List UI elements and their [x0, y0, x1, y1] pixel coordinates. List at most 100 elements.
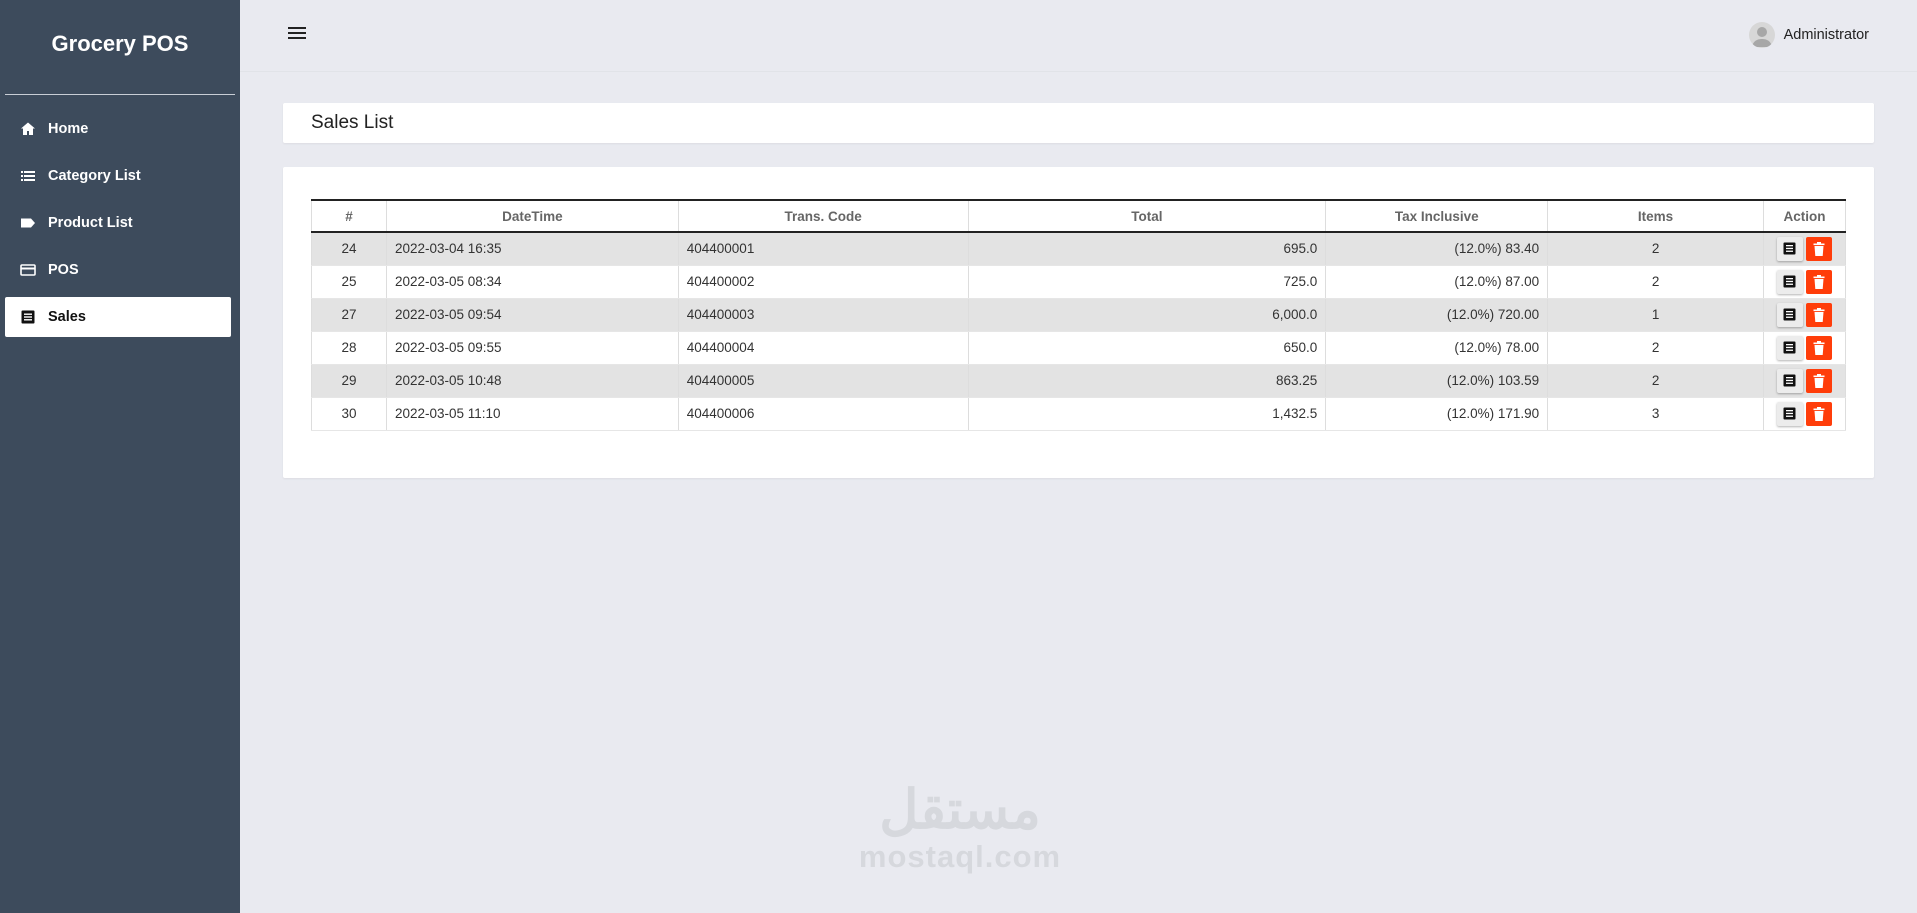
view-button[interactable]: [1776, 302, 1803, 327]
cell-datetime: 2022-03-05 08:34: [385, 265, 679, 299]
trash-icon: [1813, 241, 1825, 256]
sidebar-item-category-list[interactable]: Category List: [5, 156, 231, 196]
cell-actions: [1762, 331, 1847, 365]
receipt-icon: [1783, 341, 1796, 354]
cell-actions: [1762, 397, 1847, 431]
cell-actions: [1762, 364, 1847, 398]
sidebar-item-product-list[interactable]: Product List: [5, 203, 231, 243]
sidebar-nav: Home Category List Product List POS Sale…: [0, 109, 240, 337]
sidebar-item-pos[interactable]: POS: [5, 250, 231, 290]
sales-table-card: # DateTime Trans. Code Total Tax Inclusi…: [283, 167, 1874, 478]
cell-items: 2: [1547, 232, 1764, 266]
sidebar: Grocery POS Home Category List Product L…: [0, 0, 240, 913]
cell-id: 30: [311, 397, 387, 431]
cell-id: 27: [311, 298, 387, 332]
receipt-icon: [1783, 407, 1796, 420]
sidebar-item-sales[interactable]: Sales: [5, 297, 231, 337]
cell-total: 695.0: [967, 232, 1326, 266]
column-header-datetime[interactable]: DateTime: [385, 199, 679, 233]
cell-total: 6,000.0: [967, 298, 1326, 332]
trash-icon: [1813, 406, 1825, 421]
home-icon: [19, 120, 37, 138]
cell-datetime: 2022-03-04 16:35: [385, 232, 679, 266]
view-button[interactable]: [1776, 401, 1803, 426]
topbar: Administrator: [240, 0, 1917, 72]
delete-button[interactable]: [1805, 236, 1832, 261]
cell-total: 863.25: [967, 364, 1326, 398]
watermark-latin: mostaql.com: [858, 839, 1062, 874]
cell-total: 725.0: [967, 265, 1326, 299]
table-row: 30 2022-03-05 11:10 404400006 1,432.5 (1…: [311, 397, 1847, 431]
cell-trans-code: 404400004: [677, 331, 969, 365]
sidebar-item-label: Product List: [48, 215, 133, 231]
sidebar-item-label: Home: [48, 121, 89, 137]
tag-icon: [19, 214, 37, 232]
view-button[interactable]: [1776, 269, 1803, 294]
cell-tax: (12.0%) 87.00: [1325, 265, 1548, 299]
sidebar-item-label: POS: [48, 262, 79, 278]
trash-icon: [1813, 373, 1825, 388]
user-menu[interactable]: Administrator: [1748, 22, 1869, 48]
receipt-icon: [1783, 308, 1796, 321]
column-header-trans-code[interactable]: Trans. Code: [677, 199, 969, 233]
cell-tax: (12.0%) 83.40: [1325, 232, 1548, 266]
cell-total: 1,432.5: [967, 397, 1326, 431]
cell-trans-code: 404400001: [677, 232, 969, 266]
cell-tax: (12.0%) 103.59: [1325, 364, 1548, 398]
table-header-row: # DateTime Trans. Code Total Tax Inclusi…: [311, 199, 1847, 233]
cell-datetime: 2022-03-05 09:55: [385, 331, 679, 365]
table-row: 27 2022-03-05 09:54 404400003 6,000.0 (1…: [311, 298, 1847, 332]
cell-trans-code: 404400003: [677, 298, 969, 332]
delete-button[interactable]: [1805, 335, 1832, 360]
cell-tax: (12.0%) 171.90: [1325, 397, 1548, 431]
watermark-arabic: مستقل: [879, 780, 1041, 840]
app-brand: Grocery POS: [51, 31, 189, 56]
receipt-icon: [1783, 275, 1796, 288]
delete-button[interactable]: [1805, 368, 1832, 393]
cell-items: 1: [1547, 298, 1764, 332]
view-button[interactable]: [1776, 368, 1803, 393]
cell-id: 25: [311, 265, 387, 299]
trash-icon: [1813, 307, 1825, 322]
cell-items: 2: [1547, 364, 1764, 398]
receipt-icon: [1783, 242, 1796, 255]
sidebar-item-label: Category List: [48, 168, 141, 184]
cell-tax: (12.0%) 78.00: [1325, 331, 1548, 365]
page-title: Sales List: [311, 112, 394, 133]
cell-trans-code: 404400006: [677, 397, 969, 431]
view-button[interactable]: [1776, 335, 1803, 360]
column-header-id[interactable]: #: [311, 199, 387, 233]
cell-tax: (12.0%) 720.00: [1325, 298, 1548, 332]
cell-actions: [1762, 265, 1847, 299]
cell-id: 28: [311, 331, 387, 365]
table-row: 28 2022-03-05 09:55 404400004 650.0 (12.…: [311, 331, 1847, 365]
menu-toggle-icon[interactable]: [286, 24, 308, 42]
column-header-total[interactable]: Total: [967, 199, 1326, 233]
credit-card-icon: [19, 261, 37, 279]
page-title-card: Sales List: [283, 103, 1874, 143]
cell-actions: [1762, 298, 1847, 332]
view-button[interactable]: [1776, 236, 1803, 261]
receipt-icon: [19, 308, 37, 326]
delete-button[interactable]: [1805, 302, 1832, 327]
user-name: Administrator: [1783, 27, 1869, 43]
cell-total: 650.0: [967, 331, 1326, 365]
list-icon: [19, 167, 37, 185]
avatar: [1748, 22, 1775, 48]
cell-datetime: 2022-03-05 10:48: [385, 364, 679, 398]
table-row: 25 2022-03-05 08:34 404400002 725.0 (12.…: [311, 265, 1847, 299]
column-header-items[interactable]: Items: [1547, 199, 1764, 233]
delete-button[interactable]: [1805, 401, 1832, 426]
watermark: مستقل mostaql.com: [840, 780, 1080, 874]
trash-icon: [1813, 340, 1825, 355]
trash-icon: [1813, 274, 1825, 289]
table-row: 29 2022-03-05 10:48 404400005 863.25 (12…: [311, 364, 1847, 398]
brand-divider: [5, 94, 235, 95]
sidebar-item-home[interactable]: Home: [5, 109, 231, 149]
column-header-tax-inclusive[interactable]: Tax Inclusive: [1325, 199, 1548, 233]
cell-id: 24: [311, 232, 387, 266]
cell-datetime: 2022-03-05 09:54: [385, 298, 679, 332]
cell-trans-code: 404400002: [677, 265, 969, 299]
cell-items: 2: [1547, 265, 1764, 299]
delete-button[interactable]: [1805, 269, 1832, 294]
